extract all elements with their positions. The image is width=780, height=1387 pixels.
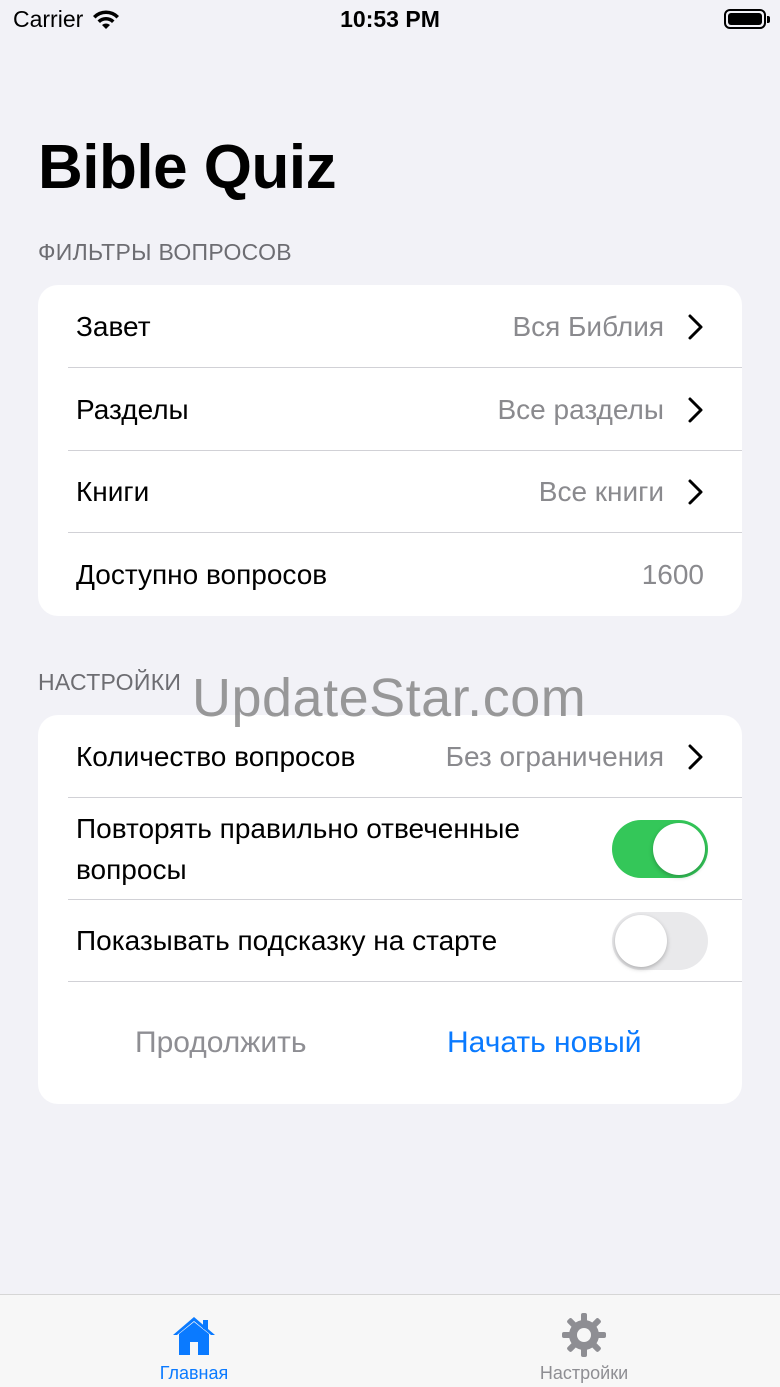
available-questions-value: 1600	[641, 558, 704, 590]
settings-section-header: НАСТРОЙКИ	[38, 669, 182, 695]
tab-home[interactable]: Главная	[94, 1295, 294, 1387]
chevron-right-icon	[688, 314, 703, 339]
testament-value: Вся Библия	[512, 310, 664, 342]
sections-value: Все разделы	[497, 393, 664, 425]
clock: 10:53 PM	[340, 6, 440, 32]
repeat-correct-label-line1: Повторять правильно отвеченные	[76, 813, 520, 844]
filters-card: Завет Вся Библия Разделы Все разделы Кни…	[38, 285, 742, 616]
filters-section-header: ФИЛЬТРЫ ВОПРОСОВ	[38, 239, 292, 265]
page-title: Bible Quiz	[38, 133, 337, 202]
start-new-button[interactable]: Начать новый	[447, 1026, 642, 1060]
tab-bar: Главная Настройки	[0, 1294, 780, 1387]
chevron-right-icon	[688, 479, 703, 505]
continue-button[interactable]: Продолжить	[135, 1026, 307, 1060]
repeat-correct-toggle[interactable]	[612, 820, 708, 878]
available-questions-row: Доступно вопросов 1600	[38, 533, 742, 616]
status-bar: Carrier 10:53 PM	[0, 0, 780, 40]
sections-label: Разделы	[76, 393, 189, 425]
books-label: Книги	[76, 476, 150, 507]
question-count-value: Без ограничения	[445, 740, 664, 772]
watermark: UpdateStar.com	[192, 668, 587, 728]
toggle-knob	[615, 915, 667, 967]
tab-home-label: Главная	[159, 1363, 229, 1383]
house-icon	[173, 1317, 215, 1355]
chevron-right-icon	[688, 744, 703, 769]
tab-settings[interactable]: Настройки	[484, 1295, 684, 1387]
repeat-correct-row: Повторять правильно отвеченные вопросы	[38, 798, 742, 900]
sections-row[interactable]: Разделы Все разделы	[38, 368, 742, 451]
show-hint-toggle[interactable]	[612, 912, 708, 970]
books-row[interactable]: Книги Все книги	[38, 451, 742, 533]
books-value: Все книги	[538, 476, 664, 507]
show-hint-label: Показывать подсказку на старте	[76, 925, 498, 956]
battery-icon	[724, 9, 770, 29]
repeat-correct-label: Повторять правильно отвеченные вопросы	[76, 808, 520, 890]
chevron-right-icon	[688, 397, 703, 422]
toggle-knob	[653, 823, 705, 875]
question-count-label: Количество вопросов	[76, 740, 356, 772]
show-hint-row: Показывать подсказку на старте	[38, 900, 742, 982]
tab-settings-label: Настройки	[539, 1363, 629, 1383]
divider	[68, 981, 742, 982]
repeat-correct-label-line2: вопросы	[76, 854, 187, 885]
testament-row[interactable]: Завет Вся Библия	[38, 285, 742, 368]
gear-icon	[562, 1313, 606, 1357]
settings-card: Количество вопросов Без ограничения Повт…	[38, 715, 742, 1104]
testament-label: Завет	[76, 310, 151, 342]
available-questions-label: Доступно вопросов	[76, 558, 328, 590]
